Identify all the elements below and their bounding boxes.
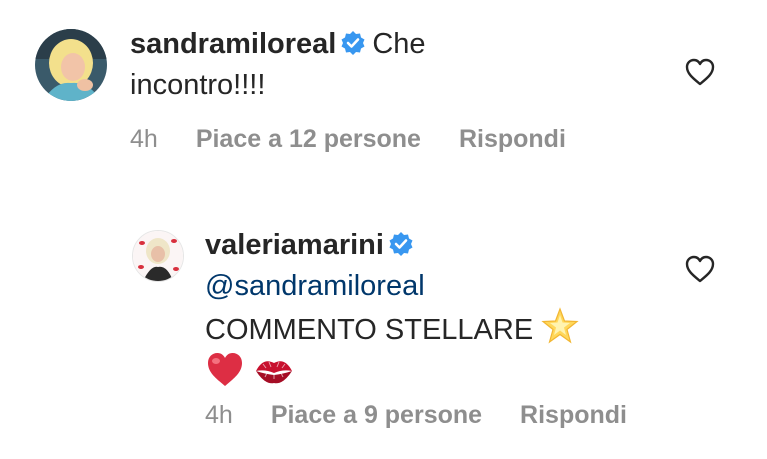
reply-button[interactable]: Rispondi bbox=[520, 401, 627, 429]
comment-body: sandramiloreal Che incontro!!!! bbox=[130, 24, 650, 106]
likes-count-link[interactable]: Piace a 12 persone bbox=[196, 125, 421, 153]
comment-meta: 4h Piace a 12 persone Rispondi bbox=[130, 125, 604, 154]
likes-count-link[interactable]: Piace a 9 persone bbox=[271, 401, 482, 429]
username[interactable]: valeriamarini bbox=[205, 229, 384, 261]
comment-body: valeriamarini @sandramiloreal COMMENTO S… bbox=[205, 225, 665, 395]
avatar[interactable] bbox=[132, 230, 184, 282]
kiss-mark-icon bbox=[256, 361, 293, 384]
heart-outline-icon[interactable] bbox=[684, 254, 716, 284]
mention-link[interactable]: @sandramiloreal bbox=[205, 270, 425, 302]
comment-text-line1: Che bbox=[372, 28, 426, 60]
reply-button[interactable]: Rispondi bbox=[459, 125, 566, 153]
comment-meta: 4h Piace a 9 persone Rispondi bbox=[205, 401, 665, 430]
verified-badge-icon bbox=[389, 232, 413, 256]
avatar[interactable] bbox=[35, 29, 107, 101]
heart-outline-icon[interactable] bbox=[684, 57, 716, 87]
comment-time: 4h bbox=[205, 401, 233, 429]
username[interactable]: sandramiloreal bbox=[130, 28, 336, 60]
comment-time: 4h bbox=[130, 125, 158, 153]
red-heart-icon bbox=[208, 353, 242, 386]
verified-badge-icon bbox=[341, 31, 365, 55]
comment-text: COMMENTO STELLARE bbox=[205, 314, 534, 346]
comment-text-line2: incontro!!!! bbox=[130, 69, 266, 101]
glowing-star-icon bbox=[541, 307, 579, 344]
